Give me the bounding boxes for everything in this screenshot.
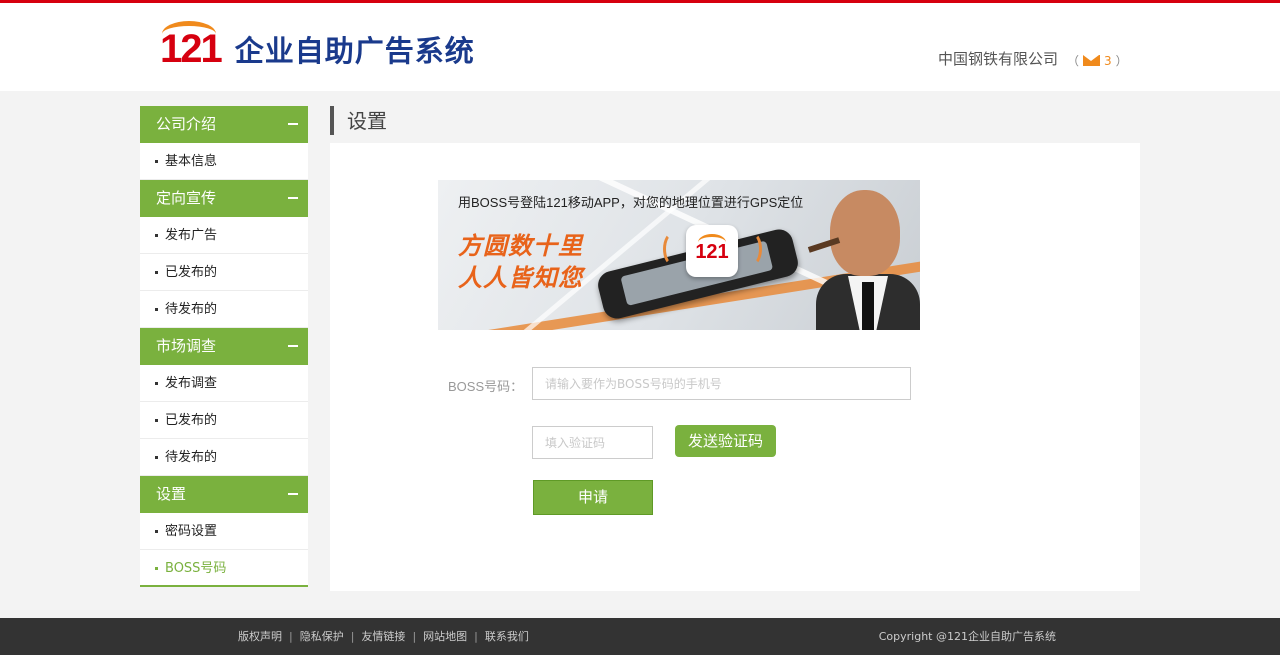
mail-paren-close: ） (1115, 54, 1128, 68)
sidebar: 公司介绍 基本信息 定向宣传 发布广告 已发布的 待发布的 市场调查 发布调查 … (140, 106, 308, 587)
logo[interactable]: 121 企业自助广告系统 (160, 20, 475, 73)
man-head (830, 190, 900, 276)
footer-links: 版权声明 | 隐私保护 | 友情链接 | 网站地图 | 联系我们 (238, 618, 529, 655)
boss-number-input[interactable] (532, 367, 911, 400)
page-title: 设置 (330, 106, 387, 135)
sidebar-group-market-survey[interactable]: 市场调查 (140, 328, 308, 365)
footer-link-contact[interactable]: 联系我们 (485, 618, 529, 655)
sidebar-group-targeted-promo[interactable]: 定向宣传 (140, 180, 308, 217)
sidebar-item-password-settings[interactable]: 密码设置 (140, 513, 308, 550)
send-code-button[interactable]: 发送验证码 (675, 425, 776, 457)
mail-count: 3 (1104, 53, 1112, 68)
app-logo-icon: 121 (686, 225, 738, 277)
footer: 版权声明 | 隐私保护 | 友情链接 | 网站地图 | 联系我们 Copyrig… (0, 618, 1280, 655)
collapse-minus-icon[interactable] (288, 345, 298, 347)
logo-number: 121 (160, 20, 223, 72)
sidebar-item-ads-published[interactable]: 已发布的 (140, 254, 308, 291)
signal-wave-icon (742, 232, 762, 266)
collapse-minus-icon[interactable] (288, 197, 298, 199)
footer-separator: | (474, 630, 478, 643)
logo-arc-icon (162, 20, 216, 47)
sidebar-group-company-intro[interactable]: 公司介绍 (140, 106, 308, 143)
sidebar-group-title: 市场调查 (156, 337, 217, 355)
banner-caption: 用BOSS号登陆121移动APP，对您的地理位置进行GPS定位 (458, 195, 804, 210)
logo-title: 企业自助广告系统 (234, 34, 475, 68)
sidebar-group-title: 公司介绍 (156, 115, 217, 133)
man-tie (862, 282, 874, 330)
company-name: 中国钢铁有限公司 (937, 50, 1058, 68)
businessman-illustration (807, 182, 920, 330)
sidebar-item-publish-survey[interactable]: 发布调查 (140, 365, 308, 402)
footer-link-friend-links[interactable]: 友情链接 (361, 618, 405, 655)
sidebar-group-title: 定向宣传 (156, 189, 217, 207)
sidebar-item-surveys-pending[interactable]: 待发布的 (140, 439, 308, 476)
sidebar-item-boss-number[interactable]: BOSS号码 (140, 550, 308, 587)
footer-separator: | (412, 630, 417, 643)
banner-slogan-line2: 人人皆知您 (458, 264, 583, 292)
footer-separator: | (350, 630, 355, 643)
sidebar-item-ads-pending[interactable]: 待发布的 (140, 291, 308, 328)
sidebar-item-surveys-published[interactable]: 已发布的 (140, 402, 308, 439)
footer-link-copyright-notice[interactable]: 版权声明 (238, 618, 282, 655)
mail-paren-open: （ (1067, 54, 1080, 68)
banner-slogan-line1: 方圆数十里 (458, 232, 583, 260)
signal-wave-icon (663, 232, 683, 266)
settings-panel: 用BOSS号登陆121移动APP，对您的地理位置进行GPS定位 方圆数十里 人人… (330, 143, 1140, 591)
copyright-text: Copyright @121企业自助广告系统 (878, 630, 1056, 643)
mail-notification[interactable]: （ 3 ） (1067, 52, 1128, 69)
sidebar-item-publish-ad[interactable]: 发布广告 (140, 217, 308, 254)
verification-code-input[interactable] (532, 426, 653, 459)
sidebar-group-settings[interactable]: 设置 (140, 476, 308, 513)
collapse-minus-icon[interactable] (288, 123, 298, 125)
footer-separator: | (289, 630, 293, 643)
mail-icon (1083, 55, 1101, 66)
collapse-minus-icon[interactable] (288, 493, 298, 495)
footer-link-sitemap[interactable]: 网站地图 (423, 618, 467, 655)
promo-banner: 用BOSS号登陆121移动APP，对您的地理位置进行GPS定位 方圆数十里 人人… (438, 180, 920, 330)
footer-link-privacy[interactable]: 隐私保护 (300, 618, 344, 655)
header: 121 企业自助广告系统 中国钢铁有限公司 （ 3 ） (0, 3, 1280, 91)
sidebar-item-basic-info[interactable]: 基本信息 (140, 143, 308, 180)
apply-button[interactable]: 申请 (533, 480, 653, 515)
boss-number-label: BOSS号码： (448, 379, 524, 394)
sidebar-group-title: 设置 (156, 485, 187, 503)
